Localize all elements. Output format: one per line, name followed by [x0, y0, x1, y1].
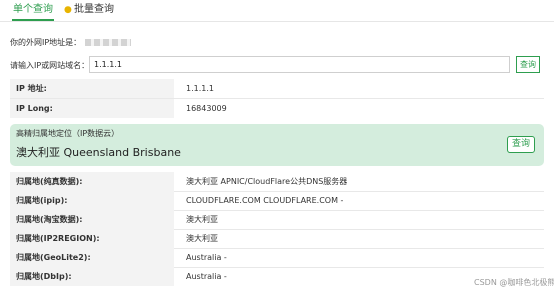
source-row-chunzhen: 归属地(纯真数据): 澳大利亚 APNIC/CloudFlare公共DNS服务器 — [10, 172, 544, 192]
source-row-ipip: 归属地(ipip): CLOUDFLARE.COM CLOUDFLARE.COM… — [10, 191, 544, 211]
precise-location-card: 高精归属地定位（IP数据云） 澳大利亚 Queensland Brisbane … — [10, 124, 544, 166]
location-card-value: 澳大利亚 Queensland Brisbane — [16, 146, 181, 159]
query-button[interactable]: 查询 — [516, 56, 540, 73]
source-row-geolite2: 归属地(GeoLite2): Australia - — [10, 248, 544, 268]
row-key: 归属地(DbIp): — [10, 267, 174, 286]
info-row-ip-address: IP 地址: 1.1.1.1 — [10, 79, 544, 99]
row-value: 1.1.1.1 — [186, 84, 214, 93]
row-key: IP 地址: — [10, 79, 174, 98]
row-value: 16843009 — [186, 104, 227, 113]
your-ip-line: 你的外网IP地址是： — [10, 37, 132, 48]
row-key: 归属地(ipip): — [10, 191, 174, 210]
tab-single-query[interactable]: 单个查询 — [12, 3, 54, 21]
lightbulb-icon: ● — [64, 5, 72, 15]
source-row-dbip: 归属地(DbIp): Australia - — [10, 267, 544, 286]
ip-domain-input[interactable] — [89, 56, 510, 73]
row-value: Australia - — [186, 253, 227, 262]
watermark: CSDN @咖啡色北极熊 — [474, 278, 554, 287]
tab-batch-query[interactable]: ● 批量查询 — [64, 3, 114, 21]
source-row-taobao: 归属地(淘宝数据): 澳大利亚 — [10, 210, 544, 230]
tab-batch-label: 批量查询 — [74, 4, 114, 15]
row-key: 归属地(淘宝数据): — [10, 210, 174, 229]
row-key: 归属地(GeoLite2): — [10, 248, 174, 267]
info-row-ip-long: IP Long: 16843009 — [10, 99, 544, 118]
location-card-title: 高精归属地定位（IP数据云） — [16, 129, 120, 138]
row-key: 归属地(纯真数据): — [10, 172, 174, 191]
your-ip-label: 你的外网IP地址是： — [10, 38, 82, 47]
row-value: 澳大利亚 — [186, 234, 218, 243]
row-key: IP Long: — [10, 99, 174, 118]
row-value: CLOUDFLARE.COM CLOUDFLARE.COM - — [186, 196, 344, 205]
row-value: 澳大利亚 — [186, 215, 218, 224]
masked-ip-value — [85, 39, 132, 46]
source-row-ip2region: 归属地(IP2REGION): 澳大利亚 — [10, 229, 544, 249]
query-tabs: 单个查询 ● 批量查询 — [0, 0, 554, 22]
location-query-button[interactable]: 查询 — [507, 136, 535, 153]
row-key: 归属地(IP2REGION): — [10, 229, 174, 248]
query-label: 请输入IP或网站域名： — [10, 61, 90, 70]
row-value: 澳大利亚 APNIC/CloudFlare公共DNS服务器 — [186, 177, 348, 186]
